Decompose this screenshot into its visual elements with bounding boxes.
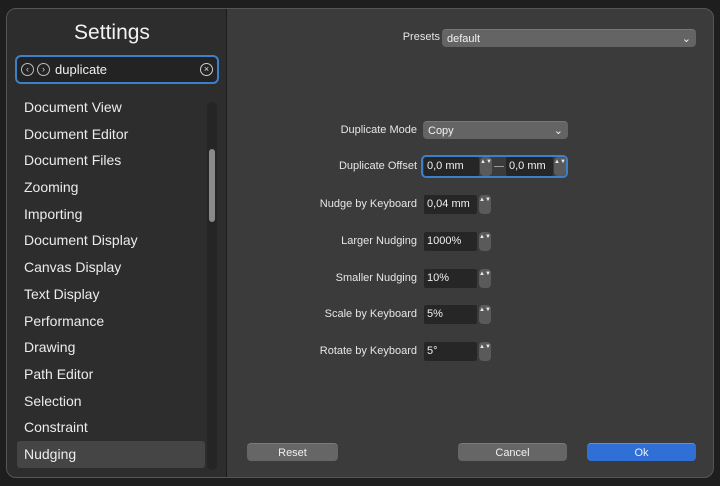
- larger-nudging-field[interactable]: 1000%: [424, 232, 477, 251]
- rotate-by-keyboard-label: Rotate by Keyboard: [319, 345, 417, 357]
- rotate-by-keyboard-field[interactable]: 5°: [424, 342, 477, 361]
- sidebar-item-performance[interactable]: Performance: [17, 308, 205, 335]
- sidebar-item-zooming[interactable]: Zooming: [17, 174, 205, 201]
- duplicate-offset-label: Duplicate Offset: [338, 160, 417, 172]
- sidebar-item-document-display[interactable]: Document Display: [17, 227, 205, 254]
- duplicate-offset-y-stepper[interactable]: ▲▼: [554, 157, 566, 176]
- sidebar-item-path-editor[interactable]: Path Editor: [17, 361, 205, 388]
- settings-panel: Presets default ⌄ Duplicate Mode Copy ⌄ …: [228, 9, 713, 477]
- presets-label: Presets: [402, 31, 440, 43]
- sidebar: Settings ‹ › × Document View Document Ed…: [7, 9, 227, 477]
- duplicate-offset-x-stepper[interactable]: ▲▼: [480, 157, 492, 176]
- nudge-by-keyboard-field[interactable]: 0,04 mm: [424, 195, 477, 214]
- clear-search-icon[interactable]: ×: [200, 63, 213, 76]
- sidebar-item-drawing[interactable]: Drawing: [17, 334, 205, 361]
- sidebar-item-selection[interactable]: Selection: [17, 388, 205, 415]
- smaller-nudging-field[interactable]: 10%: [424, 269, 477, 288]
- sidebar-item-canvas-display[interactable]: Canvas Display: [17, 254, 205, 281]
- search-input[interactable]: [55, 62, 195, 77]
- smaller-nudging-label: Smaller Nudging: [335, 272, 417, 284]
- sidebar-item-text-display[interactable]: Text Display: [17, 281, 205, 308]
- nudge-by-keyboard-label: Nudge by Keyboard: [319, 198, 417, 210]
- larger-nudging-stepper[interactable]: ▲▼: [479, 232, 491, 251]
- duplicate-mode-popup[interactable]: Copy ⌄: [423, 121, 568, 139]
- sidebar-item-importing[interactable]: Importing: [17, 201, 205, 228]
- back-arrow-icon[interactable]: ‹: [21, 63, 34, 76]
- search-field[interactable]: ‹ › ×: [15, 55, 219, 84]
- duplicate-offset-x-field[interactable]: 0,0 mm: [424, 157, 479, 176]
- category-list: Document View Document Editor Document F…: [17, 94, 205, 468]
- duplicate-mode-value: Copy: [428, 125, 454, 137]
- scale-by-keyboard-field[interactable]: 5%: [424, 305, 477, 324]
- sidebar-item-document-editor[interactable]: Document Editor: [17, 121, 205, 148]
- sidebar-item-document-view[interactable]: Document View: [17, 94, 205, 121]
- duplicate-offset-y-field[interactable]: 0,0 mm: [506, 157, 553, 176]
- duplicate-mode-label: Duplicate Mode: [340, 124, 417, 136]
- scale-by-keyboard-label: Scale by Keyboard: [324, 308, 417, 320]
- chevron-down-icon: ⌄: [553, 125, 563, 137]
- rotate-by-keyboard-stepper[interactable]: ▲▼: [479, 342, 491, 361]
- cancel-button[interactable]: Cancel: [458, 443, 567, 461]
- sidebar-item-document-files[interactable]: Document Files: [17, 147, 205, 174]
- larger-nudging-label: Larger Nudging: [341, 235, 417, 247]
- sidebar-scrollbar[interactable]: [207, 102, 217, 470]
- settings-window: Settings ‹ › × Document View Document Ed…: [6, 8, 714, 478]
- sidebar-item-nudging[interactable]: Nudging: [17, 440, 205, 468]
- presets-value: default: [447, 33, 481, 45]
- sidebar-title: Settings: [74, 21, 150, 44]
- nudge-by-keyboard-stepper[interactable]: ▲▼: [479, 195, 491, 214]
- presets-popup[interactable]: default ⌄: [442, 29, 696, 47]
- sidebar-item-constraint[interactable]: Constraint: [17, 414, 205, 441]
- scrollbar-thumb[interactable]: [209, 149, 215, 222]
- reset-button[interactable]: Reset: [247, 443, 338, 461]
- smaller-nudging-stepper[interactable]: ▲▼: [479, 269, 491, 288]
- forward-arrow-icon[interactable]: ›: [37, 63, 50, 76]
- scale-by-keyboard-stepper[interactable]: ▲▼: [479, 305, 491, 324]
- chevron-down-icon: ⌄: [681, 33, 691, 45]
- ok-button[interactable]: Ok: [587, 443, 696, 461]
- offset-separator: [494, 166, 504, 167]
